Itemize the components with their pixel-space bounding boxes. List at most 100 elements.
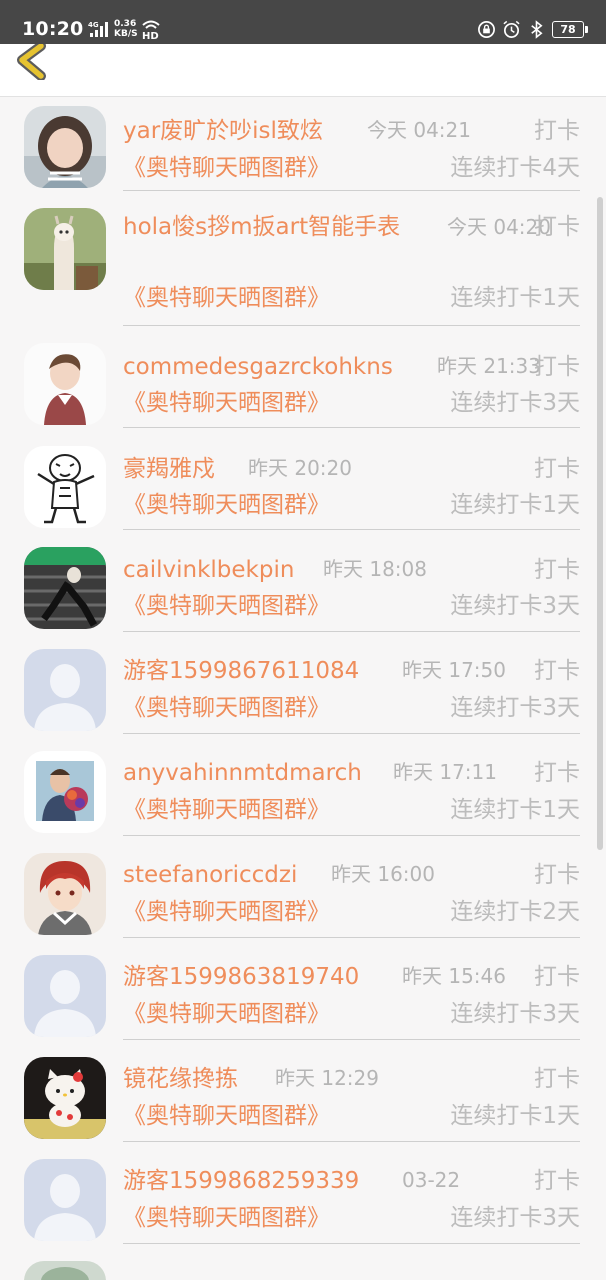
avatar[interactable] <box>24 1159 106 1241</box>
streak-count: 连续打卡4天 <box>450 155 580 181</box>
group-name[interactable]: 《奥特聊天晒图群》 <box>123 152 330 184</box>
checkin-label[interactable]: 打卡 <box>534 453 580 485</box>
list-item[interactable]: hola悛s拶m扳art智能手表 今天 04:20 打卡 《奥特聊天晒图群》 连… <box>0 192 606 327</box>
wifi-hd-icon: HD <box>142 20 160 40</box>
user-name: 镜花缘搀拣 <box>123 1066 238 1092</box>
group-name[interactable]: 《奥特聊天晒图群》 <box>123 590 330 622</box>
checkin-label[interactable]: 打卡 <box>534 351 580 383</box>
streak-count: 连续打卡1天 <box>450 1103 580 1129</box>
avatar[interactable] <box>24 853 106 935</box>
battery-indicator: 78 <box>552 20 588 38</box>
divider <box>123 325 580 326</box>
checkin-label[interactable]: 打卡 <box>534 115 580 147</box>
checkin-time: 昨天 20:20 <box>248 456 352 480</box>
user-name: steefanoriccdzi <box>123 862 298 888</box>
default-avatar-icon <box>24 1159 106 1241</box>
list-item[interactable]: steefanoriccdzi 昨天 16:00 打卡 《奥特聊天晒图群》 连续… <box>0 837 606 939</box>
checkin-label[interactable]: 打卡 <box>534 1165 580 1197</box>
group-name[interactable]: 《奥特聊天晒图群》 <box>123 692 330 724</box>
network-label: 4G <box>88 21 99 29</box>
divider <box>123 631 580 632</box>
checkin-time: 昨天 16:00 <box>331 862 435 886</box>
avatar[interactable] <box>24 343 106 425</box>
divider <box>123 1243 580 1244</box>
avatar[interactable] <box>24 446 106 528</box>
tiger-sketch-avatar <box>24 446 106 528</box>
avatar[interactable] <box>24 547 106 629</box>
anime-redhair-avatar <box>24 853 106 935</box>
checkin-time: 今天 04:21 <box>367 118 471 142</box>
checkin-label[interactable]: 打卡 <box>534 211 580 243</box>
divider <box>123 1141 580 1142</box>
divider <box>123 190 580 191</box>
top-navigation-bar <box>0 41 606 97</box>
user-name: hola悛s拶m扳art智能手表 <box>123 214 401 240</box>
checkin-label[interactable]: 打卡 <box>534 1063 580 1095</box>
avatar[interactable] <box>24 106 106 188</box>
checkin-label[interactable]: 打卡 <box>534 655 580 687</box>
group-name[interactable]: 《奥特聊天晒图群》 <box>123 1202 330 1234</box>
checkin-time: 昨天 12:29 <box>275 1066 379 1090</box>
list-item[interactable]: commedesgazrckohkns 昨天 21:33 打卡 《奥特聊天晒图群… <box>0 327 606 429</box>
hello-kitty-avatar <box>24 1057 106 1139</box>
divider <box>123 427 580 428</box>
user-name: anyvahinnmtdmarch <box>123 760 362 786</box>
avatar-peek <box>24 1261 106 1280</box>
checkin-label[interactable]: 打卡 <box>534 757 580 789</box>
streak-count: 连续打卡1天 <box>450 492 580 518</box>
avatar[interactable] <box>24 1057 106 1139</box>
checkin-time: 昨天 17:50 <box>402 658 506 682</box>
avatar[interactable] <box>24 751 106 833</box>
default-avatar-icon <box>24 955 106 1037</box>
list-item[interactable]: 游客1599868259339 03-22 打卡 《奥特聊天晒图群》 连续打卡3… <box>0 1143 606 1245</box>
scrollbar[interactable] <box>597 197 603 850</box>
lock-rotation-icon <box>478 20 495 38</box>
speed-unit: KB/S <box>114 29 138 39</box>
status-icons: 78 <box>477 19 588 39</box>
group-name[interactable]: 《奥特聊天晒图群》 <box>123 896 330 928</box>
divider <box>123 733 580 734</box>
street-photo-avatar <box>24 547 106 629</box>
avatar[interactable] <box>24 955 106 1037</box>
streak-count: 连续打卡3天 <box>450 1001 580 1027</box>
group-name[interactable]: 《奥特聊天晒图群》 <box>123 387 330 419</box>
streak-count: 连续打卡1天 <box>450 797 580 823</box>
user-name: commedesgazrckohkns <box>123 354 393 380</box>
streak-count: 连续打卡3天 <box>450 593 580 619</box>
list-item[interactable]: yar废旷於吵isl致炫 今天 04:21 打卡 《奥特聊天晒图群》 连续打卡4… <box>0 97 606 192</box>
speed-value: 0.36 <box>114 19 137 29</box>
streak-count: 连续打卡2天 <box>450 899 580 925</box>
girl-photo-avatar <box>24 106 106 188</box>
alarm-icon <box>503 20 520 38</box>
avatar[interactable] <box>24 1261 106 1280</box>
avatar[interactable] <box>24 208 106 290</box>
group-name[interactable]: 《奥特聊天晒图群》 <box>123 998 330 1030</box>
list-item[interactable]: 游客1599863819740 昨天 15:46 打卡 《奥特聊天晒图群》 连续… <box>0 939 606 1041</box>
list-item[interactable]: 游客1599867611084 昨天 17:50 打卡 《奥特聊天晒图群》 连续… <box>0 633 606 735</box>
list-item[interactable]: cailvinklbekpin 昨天 18:08 打卡 《奥特聊天晒图群》 连续… <box>0 531 606 633</box>
back-button[interactable] <box>14 41 54 81</box>
status-bar: 10:20 4G 0.36 KB/S HD 78 <box>0 0 606 44</box>
divider <box>123 937 580 938</box>
checkin-label[interactable]: 打卡 <box>534 961 580 993</box>
group-name[interactable]: 《奥特聊天晒图群》 <box>123 794 330 826</box>
group-name[interactable]: 《奥特聊天晒图群》 <box>123 282 330 314</box>
status-time: 10:20 <box>22 18 84 40</box>
divider <box>123 1039 580 1040</box>
checkin-list[interactable]: yar废旷於吵isl致炫 今天 04:21 打卡 《奥特聊天晒图群》 连续打卡4… <box>0 97 606 1280</box>
man-flowers-avatar <box>24 751 106 833</box>
user-name: 游客1599867611084 <box>123 658 360 684</box>
user-name: 游客1599868259339 <box>123 1168 360 1194</box>
checkin-time: 昨天 17:11 <box>393 760 497 784</box>
bluetooth-icon <box>531 19 543 39</box>
checkin-label[interactable]: 打卡 <box>534 859 580 891</box>
list-item[interactable]: 豪羯雅戍 昨天 20:20 打卡 《奥特聊天晒图群》 连续打卡1天 <box>0 429 606 531</box>
hd-label: HD <box>142 31 159 40</box>
group-name[interactable]: 《奥特聊天晒图群》 <box>123 1100 330 1132</box>
list-item[interactable]: anyvahinnmtdmarch 昨天 17:11 打卡 《奥特聊天晒图群》 … <box>0 735 606 837</box>
list-item[interactable]: 镜花缘搀拣 昨天 12:29 打卡 《奥特聊天晒图群》 连续打卡1天 <box>0 1041 606 1143</box>
avatar[interactable] <box>24 649 106 731</box>
checkin-label[interactable]: 打卡 <box>534 554 580 586</box>
list-item-partial[interactable] <box>0 1245 606 1280</box>
group-name[interactable]: 《奥特聊天晒图群》 <box>123 489 330 521</box>
